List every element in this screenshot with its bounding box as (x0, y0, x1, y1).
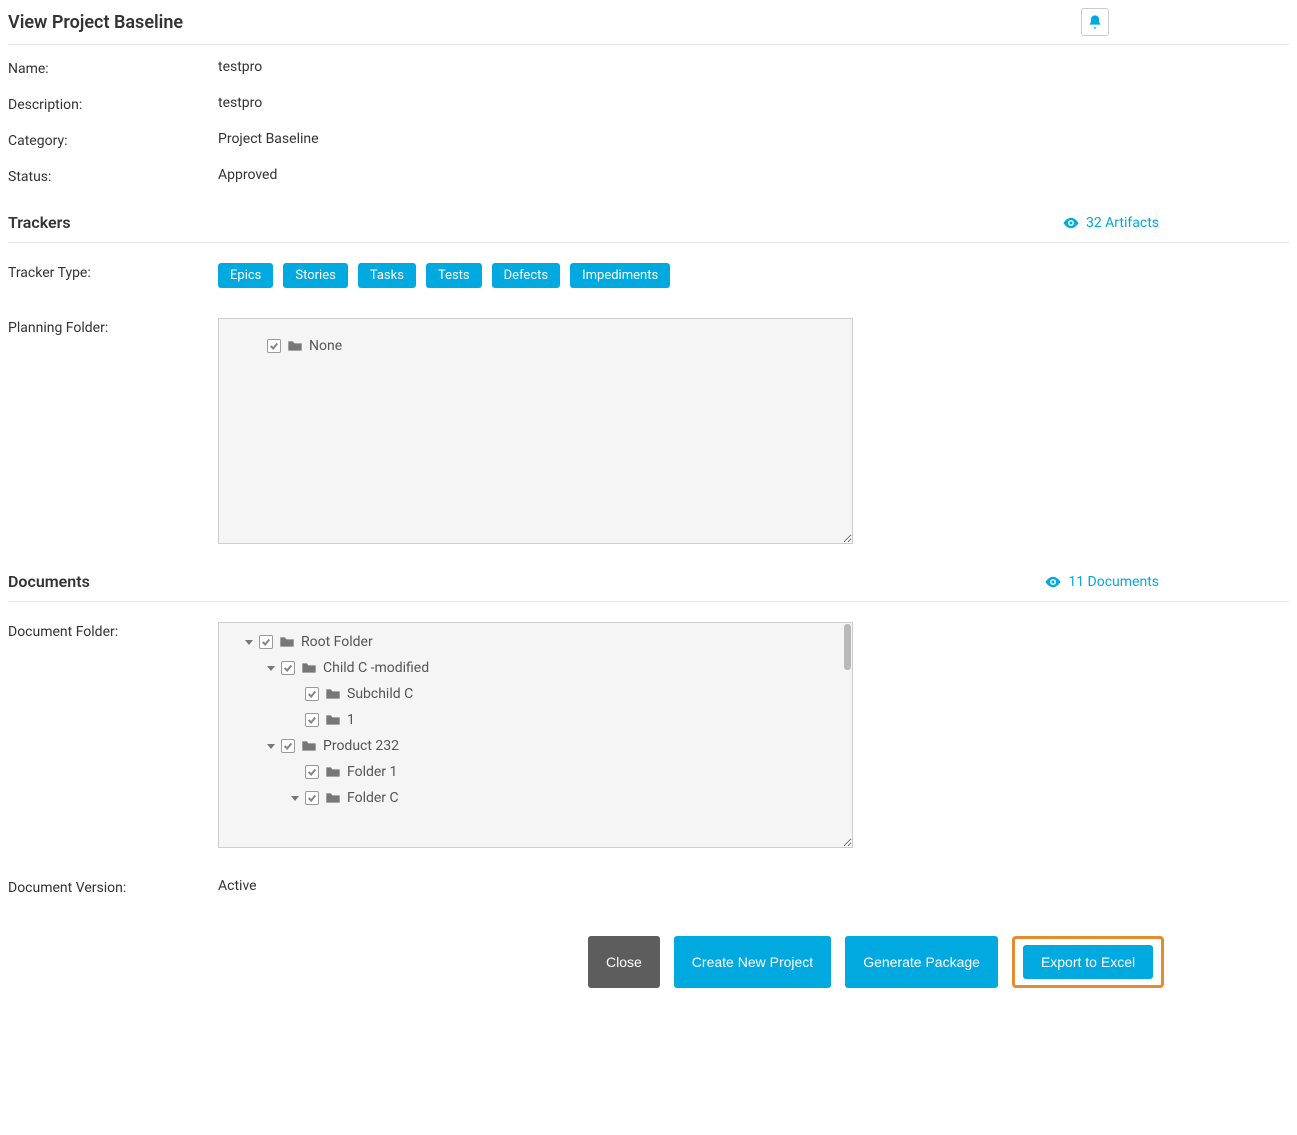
planning-folder-label: Planning Folder: (8, 318, 218, 336)
documents-count: 11 Documents (1068, 574, 1159, 590)
description-label: Description: (8, 95, 218, 113)
export-highlight: Export to Excel (1012, 936, 1164, 988)
trackers-header: Trackers 32 Artifacts (8, 213, 1289, 243)
page-title: View Project Baseline (8, 12, 183, 33)
folder-icon (325, 687, 341, 701)
scrollbar-thumb[interactable] (844, 624, 851, 670)
folder-icon (325, 765, 341, 779)
tree-label: Folder 1 (347, 764, 397, 780)
tree-label: None (309, 338, 342, 354)
folder-icon (325, 791, 341, 805)
action-bar: Close Create New Project Generate Packag… (588, 936, 1289, 988)
checkbox-icon[interactable] (305, 687, 319, 701)
field-planning-folder: Planning Folder: None (8, 318, 1289, 544)
category-label: Category: (8, 131, 218, 149)
tag-stories[interactable]: Stories (283, 263, 347, 288)
field-document-folder: Document Folder: Root Folder Child C -mo… (8, 622, 1289, 848)
eye-icon (1062, 214, 1080, 232)
tracker-tags: Epics Stories Tasks Tests Defects Impedi… (218, 263, 670, 288)
checkbox-icon[interactable] (281, 661, 295, 675)
folder-icon (287, 339, 303, 353)
generate-package-button[interactable]: Generate Package (845, 936, 998, 988)
checkbox-icon[interactable] (305, 765, 319, 779)
artifacts-count: 32 Artifacts (1086, 215, 1159, 231)
tag-tasks[interactable]: Tasks (358, 263, 416, 288)
caret-icon[interactable] (291, 796, 299, 801)
tree-node-childc[interactable]: Child C -modified (239, 655, 832, 681)
trackers-title: Trackers (8, 213, 71, 232)
artifacts-link[interactable]: 32 Artifacts (1062, 214, 1159, 232)
tracker-type-label: Tracker Type: (8, 263, 218, 281)
description-value: testpro (218, 95, 262, 111)
export-to-excel-button[interactable]: Export to Excel (1023, 945, 1153, 979)
tree-node-subchildc[interactable]: Subchild C (239, 681, 832, 707)
field-status: Status: Approved (8, 167, 1289, 185)
tree-label: 1 (347, 712, 355, 728)
field-document-version: Document Version: Active (8, 878, 1289, 896)
folder-icon (301, 739, 317, 753)
field-description: Description: testpro (8, 95, 1289, 113)
tree-label: Folder C (347, 790, 399, 806)
folder-icon (301, 661, 317, 675)
status-label: Status: (8, 167, 218, 185)
checkbox-icon[interactable] (259, 635, 273, 649)
tree-label: Root Folder (301, 634, 373, 650)
field-category: Category: Project Baseline (8, 131, 1289, 149)
document-version-label: Document Version: (8, 878, 218, 896)
tree-node-folderc[interactable]: Folder C (239, 785, 832, 811)
checkbox-icon[interactable] (267, 339, 281, 353)
caret-icon[interactable] (267, 744, 275, 749)
name-value: testpro (218, 59, 262, 75)
close-button[interactable]: Close (588, 936, 660, 988)
documents-link[interactable]: 11 Documents (1044, 573, 1159, 591)
tree-node-none[interactable]: None (239, 333, 832, 359)
tag-impediments[interactable]: Impediments (570, 263, 670, 288)
documents-header: Documents 11 Documents (8, 572, 1289, 602)
field-name: Name: testpro (8, 59, 1289, 77)
tree-node-product[interactable]: Product 232 (239, 733, 832, 759)
tag-tests[interactable]: Tests (426, 263, 482, 288)
checkbox-icon[interactable] (305, 713, 319, 727)
document-version-value: Active (218, 878, 257, 894)
header-bar: View Project Baseline (8, 8, 1289, 45)
notifications-button[interactable] (1081, 8, 1109, 36)
tree-node-root[interactable]: Root Folder (239, 629, 832, 655)
documents-title: Documents (8, 572, 90, 591)
status-value: Approved (218, 167, 277, 183)
tree-label: Subchild C (347, 686, 413, 702)
tree-label: Product 232 (323, 738, 399, 754)
tree-node-1[interactable]: 1 (239, 707, 832, 733)
bell-icon (1087, 14, 1103, 30)
eye-icon (1044, 573, 1062, 591)
folder-icon (279, 635, 295, 649)
document-folder-label: Document Folder: (8, 622, 218, 640)
checkbox-icon[interactable] (305, 791, 319, 805)
name-label: Name: (8, 59, 218, 77)
caret-icon[interactable] (267, 666, 275, 671)
checkbox-icon[interactable] (281, 739, 295, 753)
category-value: Project Baseline (218, 131, 319, 147)
document-folder-tree[interactable]: Root Folder Child C -modified Subchild C… (218, 622, 853, 848)
tree-label: Child C -modified (323, 660, 429, 676)
create-new-project-button[interactable]: Create New Project (674, 936, 831, 988)
tag-epics[interactable]: Epics (218, 263, 273, 288)
caret-icon[interactable] (245, 640, 253, 645)
folder-icon (325, 713, 341, 727)
planning-folder-tree[interactable]: None (218, 318, 853, 544)
field-tracker-type: Tracker Type: Epics Stories Tasks Tests … (8, 263, 1289, 288)
tree-node-folder1[interactable]: Folder 1 (239, 759, 832, 785)
tag-defects[interactable]: Defects (492, 263, 560, 288)
